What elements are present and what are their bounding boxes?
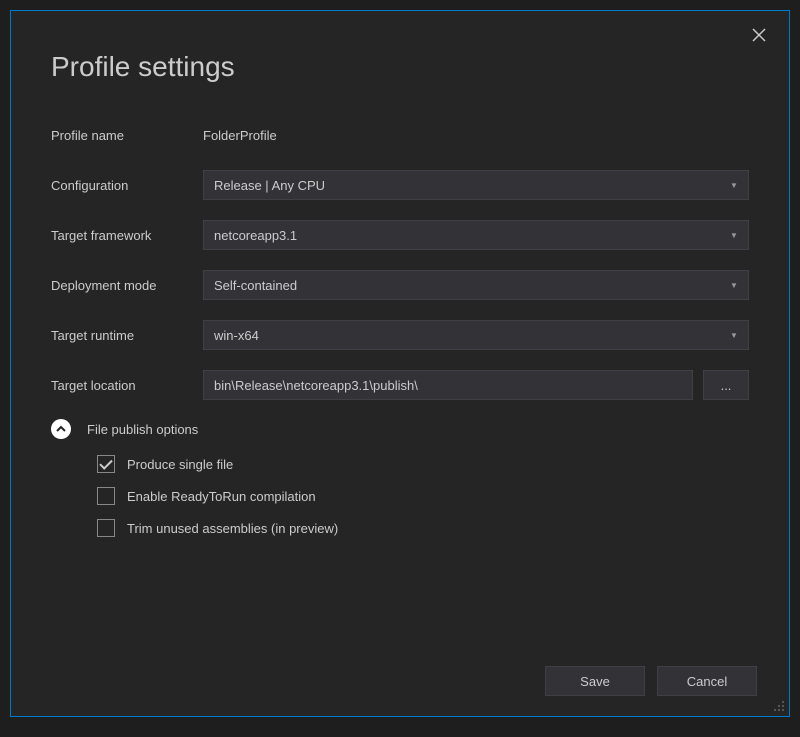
chevron-down-icon: ▼: [730, 281, 738, 289]
profile-name-row: Profile name FolderProfile: [51, 119, 749, 151]
chevron-up-icon: [51, 419, 71, 439]
deployment-mode-select[interactable]: Self-contained ▼: [203, 270, 749, 300]
target-runtime-select[interactable]: win-x64 ▼: [203, 320, 749, 350]
trim-unused-checkbox[interactable]: Trim unused assemblies (in preview): [97, 519, 749, 537]
chevron-down-icon: ▼: [730, 231, 738, 239]
file-publish-options-group: Produce single file Enable ReadyToRun co…: [51, 455, 749, 537]
target-location-input[interactable]: [203, 370, 693, 400]
profile-settings-dialog: Profile settings Profile name FolderProf…: [10, 10, 790, 717]
checkbox-icon: [97, 455, 115, 473]
chevron-down-icon: ▼: [730, 331, 738, 339]
profile-name-value: FolderProfile: [203, 128, 277, 143]
expander-label: File publish options: [87, 422, 198, 437]
enable-readytorun-label: Enable ReadyToRun compilation: [127, 489, 316, 504]
deployment-mode-label: Deployment mode: [51, 278, 203, 293]
target-runtime-value: win-x64: [214, 328, 259, 343]
configuration-value: Release | Any CPU: [214, 178, 325, 193]
target-runtime-row: Target runtime win-x64 ▼: [51, 319, 749, 351]
resize-grip-icon[interactable]: [771, 698, 785, 712]
checkbox-icon: [97, 519, 115, 537]
target-location-label: Target location: [51, 378, 203, 393]
close-button[interactable]: [747, 23, 771, 47]
target-location-row: Target location ...: [51, 369, 749, 401]
enable-readytorun-checkbox[interactable]: Enable ReadyToRun compilation: [97, 487, 749, 505]
save-button[interactable]: Save: [545, 666, 645, 696]
trim-unused-label: Trim unused assemblies (in preview): [127, 521, 338, 536]
configuration-row: Configuration Release | Any CPU ▼: [51, 169, 749, 201]
produce-single-file-label: Produce single file: [127, 457, 233, 472]
target-framework-value: netcoreapp3.1: [214, 228, 297, 243]
target-runtime-label: Target runtime: [51, 328, 203, 343]
checkbox-icon: [97, 487, 115, 505]
dialog-footer: Save Cancel: [545, 666, 757, 696]
target-framework-row: Target framework netcoreapp3.1 ▼: [51, 219, 749, 251]
dialog-title: Profile settings: [51, 51, 749, 83]
configuration-label: Configuration: [51, 178, 203, 193]
target-framework-select[interactable]: netcoreapp3.1 ▼: [203, 220, 749, 250]
deployment-mode-value: Self-contained: [214, 278, 297, 293]
close-icon: [752, 28, 766, 42]
file-publish-options-expander[interactable]: File publish options: [51, 419, 749, 439]
chevron-down-icon: ▼: [730, 181, 738, 189]
profile-name-label: Profile name: [51, 128, 203, 143]
target-framework-label: Target framework: [51, 228, 203, 243]
browse-button[interactable]: ...: [703, 370, 749, 400]
deployment-mode-row: Deployment mode Self-contained ▼: [51, 269, 749, 301]
configuration-select[interactable]: Release | Any CPU ▼: [203, 170, 749, 200]
cancel-button[interactable]: Cancel: [657, 666, 757, 696]
produce-single-file-checkbox[interactable]: Produce single file: [97, 455, 749, 473]
